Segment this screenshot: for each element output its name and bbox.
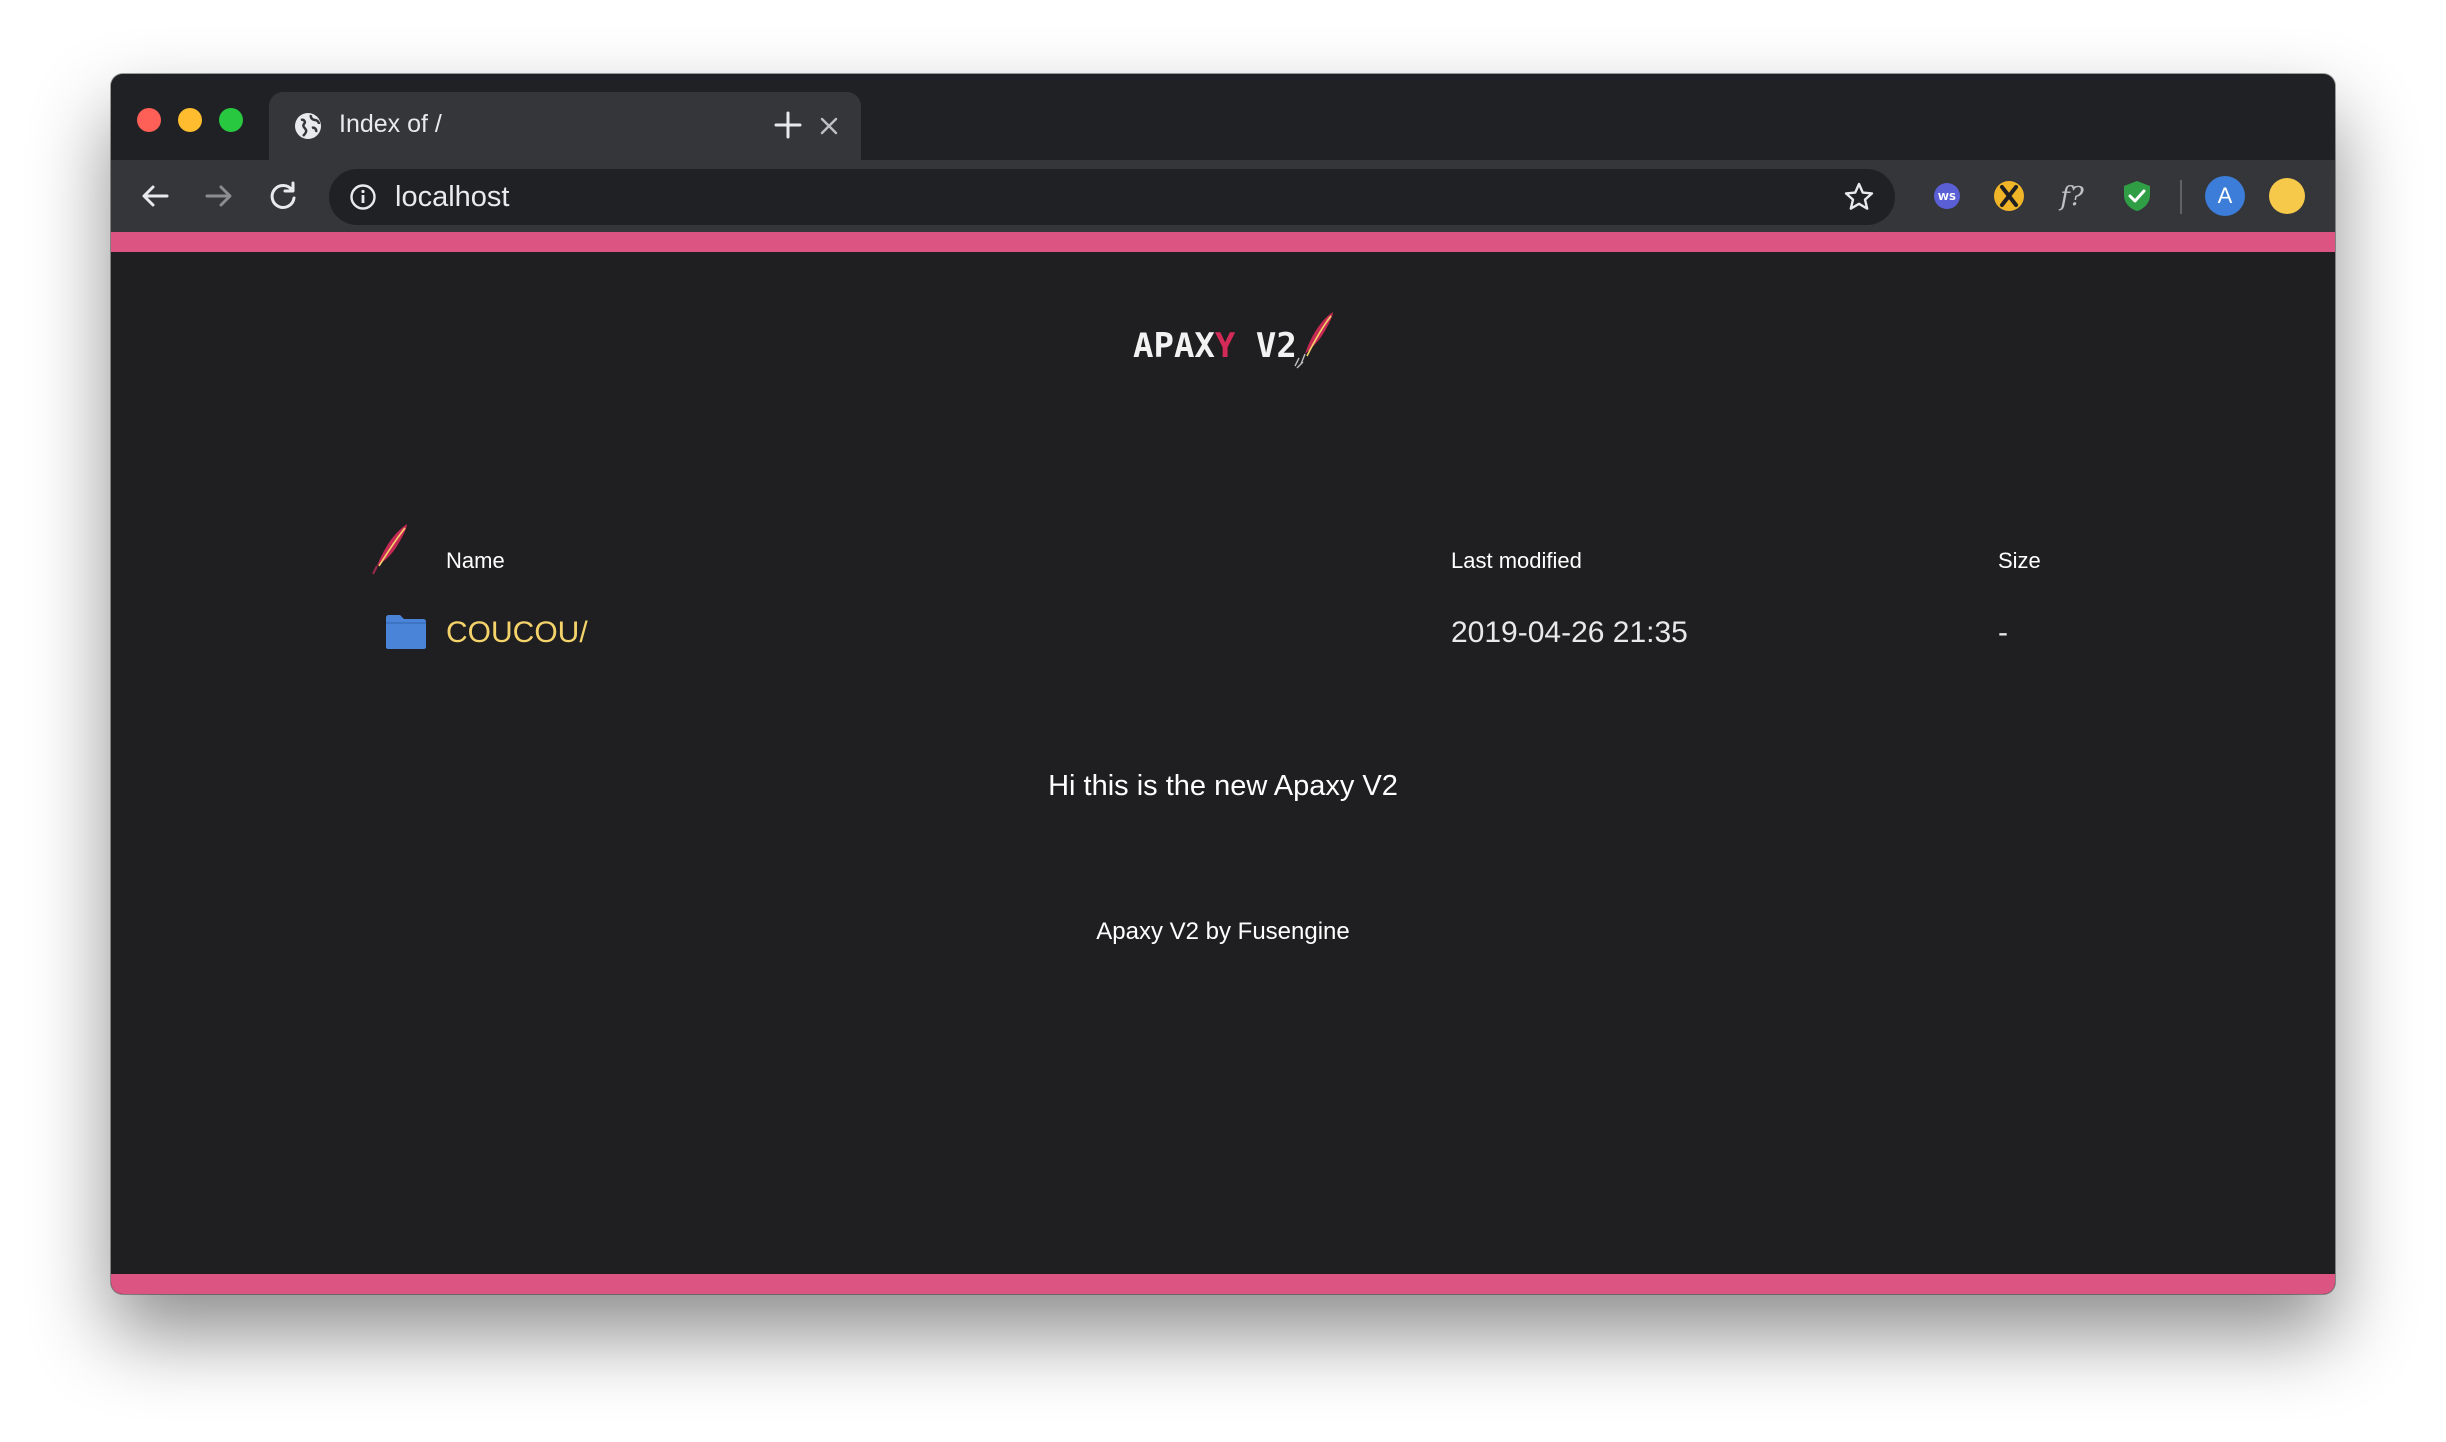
svg-text:WS: WS — [1938, 192, 1956, 203]
new-tab-icon[interactable] — [773, 110, 803, 140]
ws-extension-icon[interactable]: WS — [1929, 178, 1965, 214]
window-maximize-button[interactable] — [219, 108, 243, 132]
address-bar[interactable]: localhost — [329, 169, 1895, 225]
close-icon[interactable] — [817, 114, 841, 138]
page-content: APAXY V2 Name Last modified Size COUCOU/… — [111, 232, 2335, 1294]
window-minimize-button[interactable] — [178, 108, 202, 132]
top-accent-bar — [111, 232, 2335, 252]
feather-icon — [372, 524, 407, 575]
title-bar: Index of / — [111, 74, 2335, 160]
bottom-accent-bar — [111, 1274, 2335, 1294]
bookmark-star-icon[interactable] — [1843, 181, 1875, 213]
browser-toolbar: localhost WS f? A — [111, 160, 2335, 232]
column-header-last-modified[interactable]: Last modified — [1451, 548, 1582, 574]
entry-last-modified: 2019-04-26 21:35 — [1451, 616, 1688, 649]
globe-icon — [295, 113, 321, 139]
browser-window: Index of / localhost WS f? A APAXY V2 Na… — [111, 74, 2335, 1294]
footer-credit: Apaxy V2 by Fusengine — [1096, 918, 1350, 945]
shield-check-icon[interactable] — [2119, 178, 2155, 214]
feather-icon — [1294, 312, 1333, 369]
forward-arrow-icon[interactable] — [201, 178, 237, 214]
logo-text-part3: V2 — [1235, 326, 1297, 366]
profile-avatar[interactable]: A — [2205, 176, 2245, 216]
window-close-button[interactable] — [137, 108, 161, 132]
column-header-name[interactable]: Name — [446, 548, 505, 574]
apaxy-logo: APAXY V2 — [1121, 310, 1341, 380]
logo-text: APAXY V2 — [1133, 326, 1297, 366]
logo-text-accent: Y — [1214, 326, 1236, 366]
entry-size: - — [1998, 616, 2008, 649]
toolbar-divider — [2180, 180, 2182, 214]
x-extension-icon[interactable] — [1991, 178, 2027, 214]
logo-text-part1: APAX — [1133, 326, 1215, 366]
folder-icon — [386, 615, 426, 649]
column-header-size[interactable]: Size — [1998, 548, 2041, 574]
back-arrow-icon[interactable] — [137, 178, 173, 214]
url-text[interactable]: localhost — [395, 181, 509, 214]
entry-name-link[interactable]: COUCOU/ — [446, 616, 588, 650]
f-question-extension-icon[interactable]: f? — [2055, 178, 2091, 214]
tab-title: Index of / — [339, 110, 442, 138]
info-icon[interactable] — [349, 183, 377, 211]
svg-text:f?: f? — [2058, 182, 2085, 212]
update-icon[interactable] — [2269, 178, 2305, 214]
readme-text: Hi this is the new Apaxy V2 — [1048, 770, 1398, 802]
reload-icon[interactable] — [265, 178, 301, 214]
